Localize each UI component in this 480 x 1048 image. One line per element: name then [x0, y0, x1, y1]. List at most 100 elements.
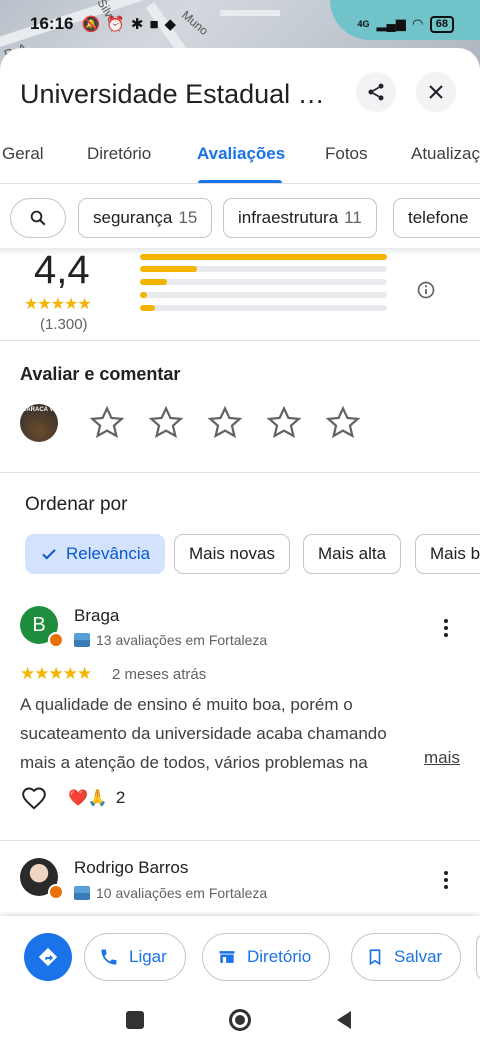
review-divider [0, 840, 480, 841]
reviewer-meta-text: 13 avaliações em Fortaleza [96, 632, 268, 648]
review-reactions[interactable]: ❤️🙏 2 [68, 788, 125, 808]
rating-count: (1.300) [40, 316, 88, 333]
rating-bar-1 [140, 305, 387, 311]
more-options-icon[interactable] [434, 868, 458, 892]
average-rating: 4,4 [34, 248, 90, 292]
sort-option-mais-alta[interactable]: Mais alta [303, 534, 402, 574]
sort-option-mais-novas[interactable]: Mais novas [174, 534, 290, 574]
back-button[interactable] [330, 1006, 358, 1034]
sort-option-label: Mais alta [318, 544, 387, 563]
circle-icon [229, 1009, 251, 1031]
reviewer-name[interactable]: Braga [74, 606, 119, 626]
close-button[interactable] [416, 72, 456, 112]
back-triangle-icon [337, 1011, 351, 1029]
rating-bar-fill [140, 292, 148, 298]
layers-icon: ◆ [164, 16, 177, 33]
review-card: B Braga 13 avaliações em Fortaleza ★★★★★… [0, 602, 480, 838]
rating-bar-fill [140, 266, 197, 272]
rate-section-title: Avaliar e comentar [20, 364, 181, 384]
review-stars: ★★★★★ [20, 664, 92, 683]
topic-chip-label: infraestrutura [238, 208, 339, 227]
local-guide-icon [74, 886, 90, 900]
sort-option-relevancia[interactable]: Relevância [25, 534, 166, 574]
active-tab-indicator [198, 180, 282, 183]
sort-option-mais-baixa[interactable]: Mais b [415, 534, 480, 574]
video-icon: ■ [149, 15, 159, 33]
info-icon[interactable] [416, 280, 436, 300]
action-bar: Ligar Diretório Salvar [0, 916, 480, 998]
topic-chip-infraestrutura[interactable]: infraestrutura 11 [223, 198, 377, 238]
topic-chip-label: segurança [93, 208, 173, 227]
save-button[interactable]: Salvar [351, 933, 462, 981]
home-button[interactable] [226, 1006, 254, 1034]
place-sheet: Universidade Estadual d... Geral Diretór… [0, 48, 480, 1048]
share-button[interactable] [356, 72, 396, 112]
call-button-label: Ligar [129, 947, 167, 966]
local-guide-icon [74, 633, 90, 647]
rating-bar-3 [140, 279, 387, 285]
review-card: Rodrigo Barros 10 avaliações em Fortalez… [0, 854, 480, 914]
call-button[interactable]: Ligar [84, 933, 186, 981]
rating-summary: 4,4 ★★★★★ (1.300) [0, 248, 480, 340]
sort-option-label: Mais novas [189, 544, 275, 563]
search-icon [30, 210, 46, 226]
square-icon [126, 1011, 144, 1029]
tab-avaliacoes[interactable]: Avaliações [197, 144, 285, 164]
rate-star-4-icon[interactable] [265, 404, 303, 442]
rate-star-1-icon[interactable] [88, 404, 126, 442]
tab-fotos[interactable]: Fotos [325, 144, 368, 164]
section-divider [0, 472, 480, 473]
directions-icon [38, 947, 58, 967]
review-more-link[interactable]: mais [424, 748, 460, 768]
share-icon [368, 83, 384, 101]
signal-icon: ▂▄▆ [376, 16, 406, 31]
current-user-avatar: CARACA VE [20, 404, 58, 442]
directory-button[interactable]: Diretório [202, 933, 331, 981]
rate-star-2-icon[interactable] [147, 404, 185, 442]
reviewer-meta: 13 avaliações em Fortaleza [74, 632, 267, 648]
wifi-icon: ◠ [412, 16, 423, 31]
sort-title: Ordenar por [25, 494, 128, 515]
recents-button[interactable] [121, 1006, 149, 1034]
status-system-icons: 4G ▂▄▆ ◠ 68 [358, 15, 454, 33]
average-stars: ★★★★★ [24, 296, 92, 313]
bug-icon: ✱ [130, 16, 144, 33]
rate-star-3-icon[interactable] [206, 404, 244, 442]
like-heart-icon[interactable] [20, 786, 48, 812]
rating-bar-2 [140, 292, 387, 298]
more-options-icon[interactable] [434, 616, 458, 640]
bookmark-icon [369, 949, 381, 966]
local-guide-badge [48, 884, 64, 900]
sort-option-label: Mais b [430, 544, 480, 563]
topic-chip-telefone[interactable]: telefone [393, 198, 480, 238]
reaction-count: 2 [115, 788, 126, 807]
rating-bar-5 [140, 254, 387, 260]
section-divider [0, 340, 480, 341]
check-icon [42, 549, 56, 560]
review-text: A qualidade de ensino é muito boa, porém… [20, 695, 387, 772]
topic-chip-seguranca[interactable]: segurança 15 [78, 198, 213, 238]
reviewer-name[interactable]: Rodrigo Barros [74, 858, 188, 878]
review-date: 2 meses atrás [112, 666, 207, 683]
tab-atualizacoes[interactable]: Atualizaç [411, 144, 480, 164]
bell-off-icon: 🔕 [81, 16, 101, 33]
rating-bar-fill [140, 305, 155, 311]
directory-icon [219, 951, 235, 963]
topic-chip-label: telefone [408, 208, 469, 227]
tab-bar: Geral Diretório Avaliações Fotos Atualiz… [0, 132, 480, 184]
rating-bar-fill [140, 279, 168, 285]
tab-geral[interactable]: Geral [2, 144, 44, 164]
reaction-emojis: ❤️🙏 [68, 790, 108, 807]
local-guide-badge [48, 632, 64, 648]
search-reviews-button[interactable] [10, 198, 66, 238]
tab-diretorio[interactable]: Diretório [87, 144, 151, 164]
rating-bar-fill [140, 254, 387, 260]
phone-icon [101, 949, 117, 965]
rate-star-5-icon[interactable] [324, 404, 362, 442]
more-actions-button[interactable] [476, 933, 480, 981]
directions-button[interactable] [24, 933, 72, 981]
save-button-label: Salvar [394, 947, 443, 966]
rating-bar-4 [140, 266, 387, 272]
alarm-icon: ⏰ [106, 16, 125, 33]
status-time: 16:16 [30, 14, 74, 33]
